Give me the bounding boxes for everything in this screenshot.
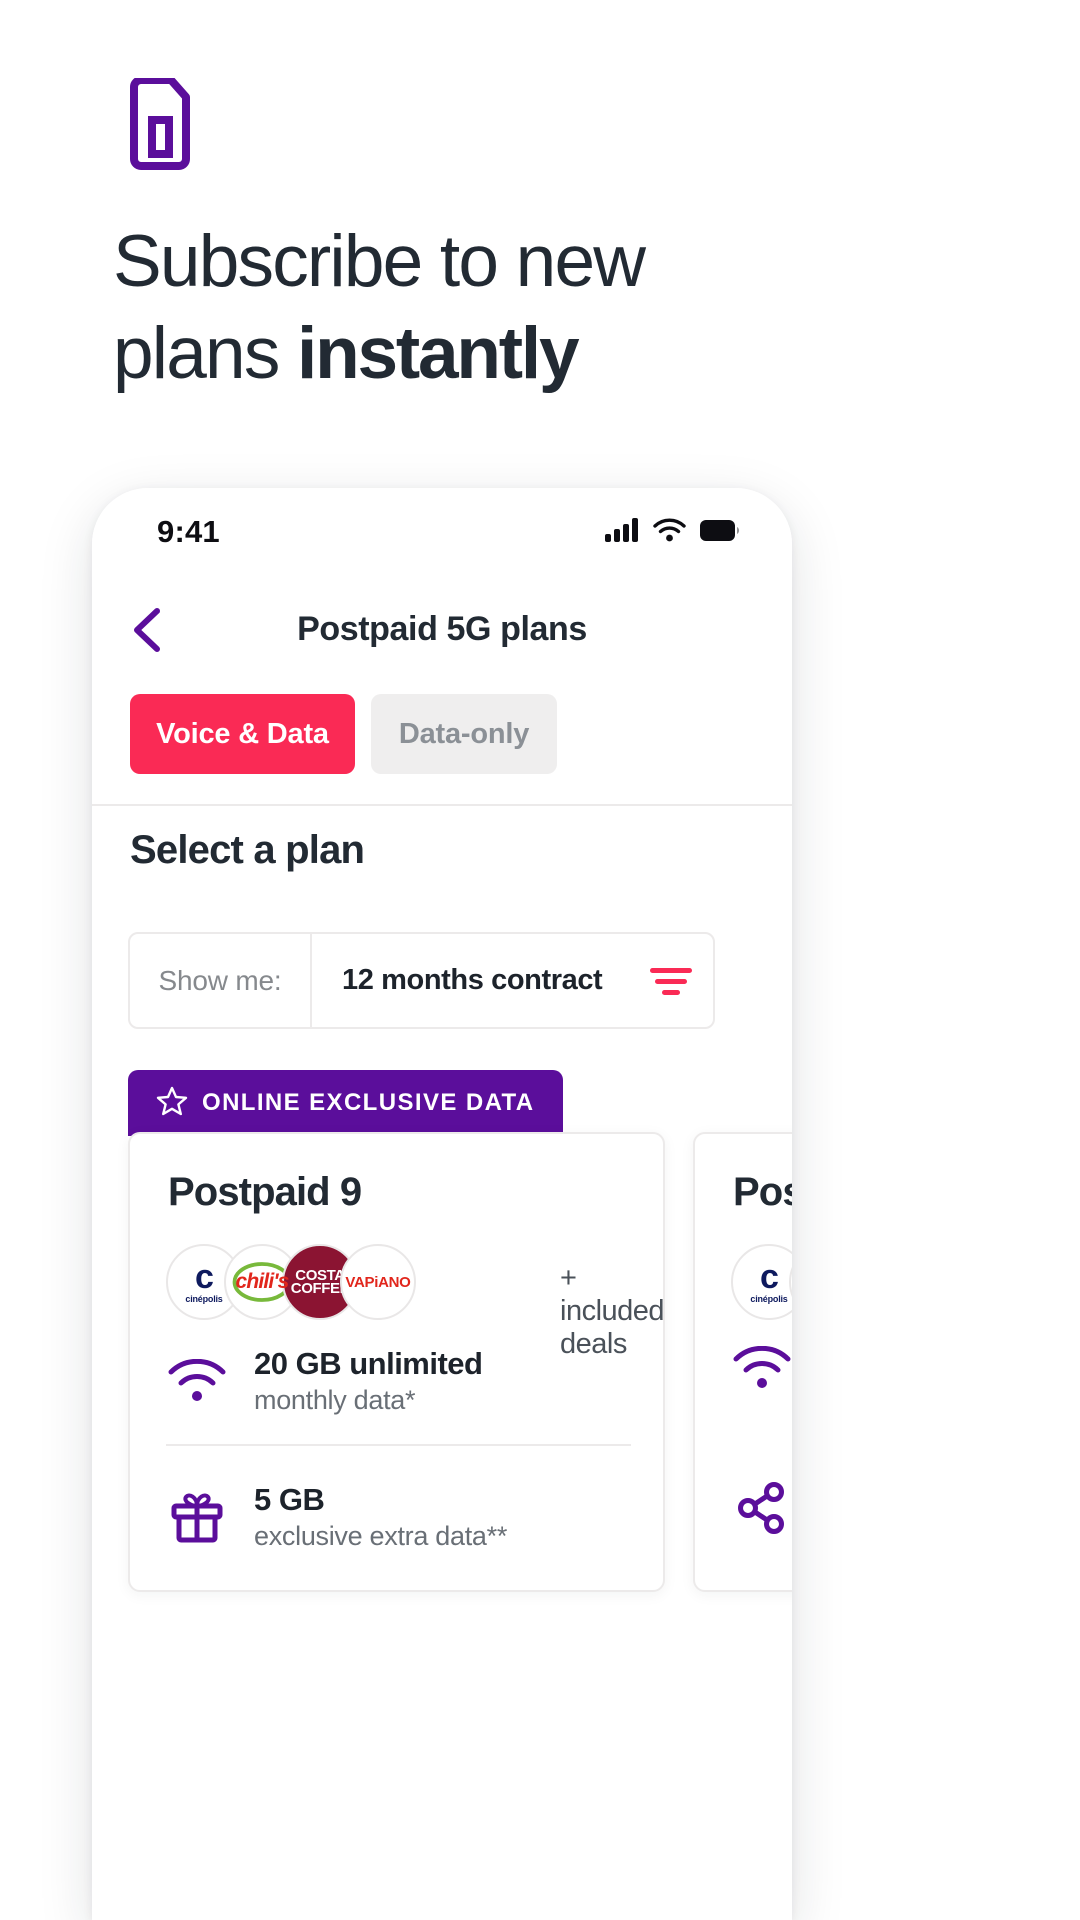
share-icon	[731, 1482, 792, 1534]
nav-title: Postpaid 5G plans	[297, 610, 587, 648]
chilis-logo: chili's	[224, 1244, 300, 1320]
tabs-divider	[92, 804, 792, 806]
wifi-icon	[166, 1359, 228, 1403]
cinepolis-mark: c	[760, 1258, 779, 1296]
plan-card-postpaid-9[interactable]: Postpaid 9 c cinépolis chili's COSTA COF…	[128, 1132, 665, 1592]
cinepolis-mark: c	[195, 1258, 214, 1296]
plan-feature-extra-data: 5 GB exclusive extra data**	[166, 1482, 507, 1552]
plan-card-title: Postpaid 9	[168, 1170, 362, 1214]
plan-type-tabs: Voice & Data Data-only	[92, 684, 792, 808]
included-deals-logos: c cinépolis chili's COSTA COFFEE VAPiANO	[166, 1244, 416, 1320]
vapiano-mark: VAPiANO	[345, 1273, 411, 1291]
plan-card-next[interactable]: Pos c cinépolis	[693, 1132, 792, 1592]
cinepolis-caption: cinépolis	[185, 1294, 223, 1304]
plan-card-title: Pos	[733, 1170, 792, 1214]
cinepolis-logo: c cinépolis	[731, 1244, 792, 1320]
status-time: 9:41	[157, 514, 220, 549]
phone-mockup: 9:41 Postpaid 5G plans Voice & Data Data…	[92, 488, 792, 1920]
included-deals-text: + included deals	[560, 1262, 665, 1360]
filter-icon[interactable]	[629, 934, 713, 1027]
sim-card-icon	[127, 76, 193, 175]
plan-feature-data	[731, 1346, 792, 1390]
included-deals-logos: c cinépolis	[731, 1244, 792, 1320]
filter-row[interactable]: Show me: 12 months contract	[128, 932, 715, 1029]
page-root: Subscribe to new plans instantly 9:41 Po…	[0, 0, 1080, 1920]
wifi-icon	[653, 518, 686, 547]
gift-icon	[166, 1491, 228, 1543]
section-title-select-a-plan: Select a plan	[130, 828, 365, 872]
feature-title: 20 GB unlimited	[254, 1346, 483, 1381]
wifi-icon	[731, 1346, 792, 1390]
plan-feature-share	[731, 1482, 792, 1534]
status-bar: 9:41	[92, 488, 792, 580]
plan-feature-data: 20 GB unlimited monthly data*	[166, 1346, 483, 1416]
feature-title: 5 GB	[254, 1482, 325, 1517]
feature-subtitle: exclusive extra data**	[254, 1521, 508, 1551]
status-badge: ONLINE EXCLUSIVE DATA	[128, 1070, 563, 1136]
headline-text-strong: instantly	[297, 313, 580, 394]
star-icon	[156, 1085, 188, 1122]
badge-label: ONLINE EXCLUSIVE DATA	[202, 1089, 535, 1116]
battery-full-icon	[700, 519, 740, 546]
chilis-mark: chili's	[235, 1270, 289, 1293]
tab-voice-and-data[interactable]: Voice & Data	[130, 694, 355, 774]
card-divider	[166, 1444, 631, 1446]
page-title: Subscribe to new plans instantly	[113, 216, 813, 400]
nav-header: Postpaid 5G plans	[92, 580, 792, 682]
vapiano-logo: VAPiANO	[340, 1244, 416, 1320]
cellular-signal-icon	[605, 518, 639, 547]
filter-label: Show me:	[158, 964, 282, 996]
cinepolis-caption: cinépolis	[750, 1294, 788, 1304]
filter-value[interactable]: 12 months contract	[312, 934, 629, 1027]
status-icons	[605, 518, 740, 547]
feature-subtitle: monthly data*	[254, 1385, 416, 1415]
tab-data-only[interactable]: Data-only	[371, 694, 557, 774]
